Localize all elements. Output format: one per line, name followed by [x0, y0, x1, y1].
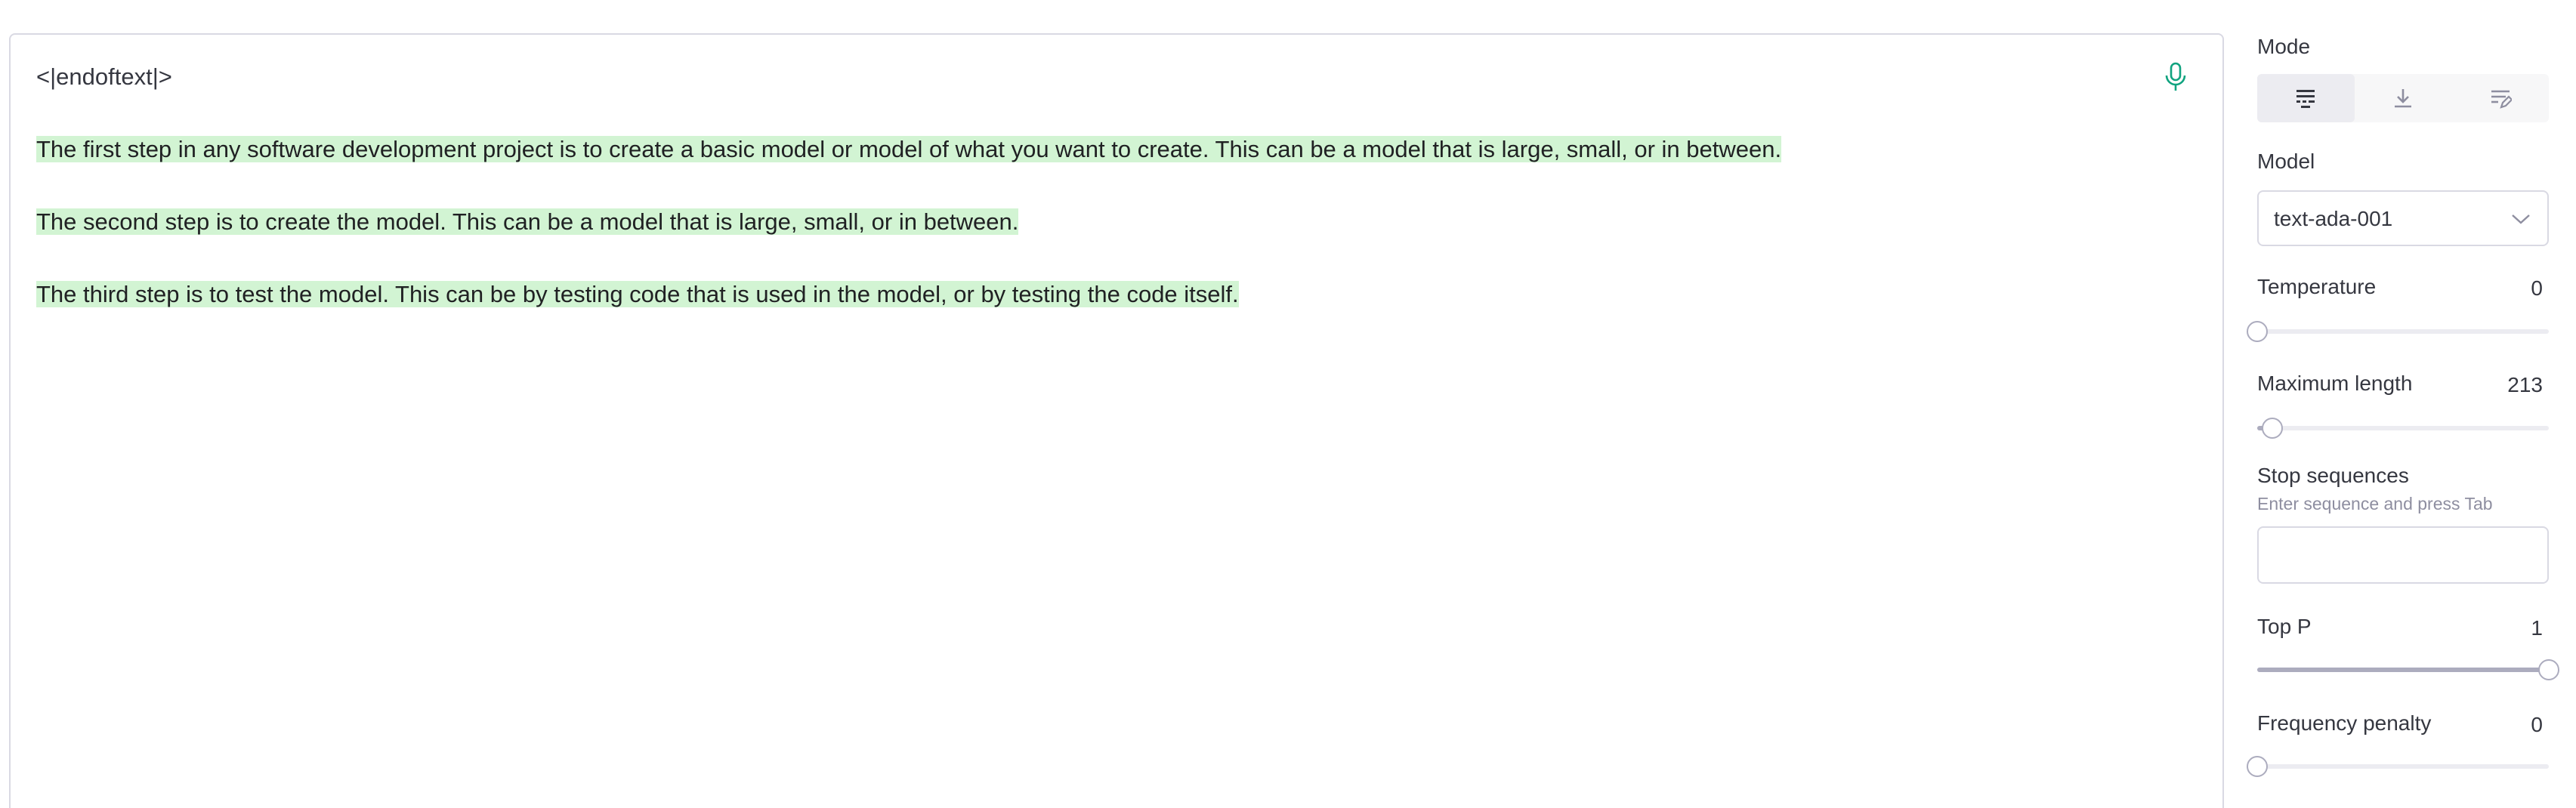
top-p-label: Top P [2257, 615, 2312, 638]
endoftext-token: <|endoftext|> [36, 63, 172, 90]
mode-complete-button[interactable] [2257, 74, 2355, 122]
frequency-penalty-slider-thumb[interactable] [2247, 756, 2268, 777]
editor-content[interactable]: <|endoftext|> The first step in any soft… [36, 59, 2132, 313]
temperature-slider-thumb[interactable] [2247, 321, 2268, 342]
temperature-slider[interactable] [2247, 321, 2549, 342]
mode-insert-button[interactable] [2355, 74, 2452, 122]
temperature-value[interactable]: 0 [2531, 276, 2543, 301]
max-length-slider[interactable] [2257, 418, 2549, 439]
max-length-slider-thumb[interactable] [2262, 418, 2284, 439]
temperature-label: Temperature [2257, 275, 2377, 298]
stop-sequences-label: Stop sequences [2257, 464, 2409, 487]
frequency-penalty-label: Frequency penalty [2257, 711, 2432, 735]
mode-edit-button[interactable] [2451, 74, 2549, 122]
stop-sequences-input[interactable] [2257, 526, 2549, 584]
top-p-slider-thumb[interactable] [2538, 659, 2559, 680]
model-select[interactable]: text-ada-001 [2257, 190, 2549, 246]
model-label: Model [2257, 150, 2315, 173]
completion-line-1: The first step in any software developme… [36, 136, 1782, 162]
top-p-value[interactable]: 1 [2531, 616, 2543, 640]
mode-label: Mode [2257, 35, 2311, 58]
playground-page: <|endoftext|> The first step in any soft… [0, 0, 2576, 808]
stop-sequences-hint: Enter sequence and press Tab [2257, 494, 2493, 513]
microphone-icon[interactable] [2161, 60, 2191, 94]
chevron-down-icon [2512, 214, 2530, 224]
max-length-value[interactable]: 213 [2507, 373, 2543, 397]
edit-mode-icon [2491, 90, 2512, 109]
max-length-label: Maximum length [2257, 372, 2413, 395]
mode-selector[interactable] [2257, 74, 2549, 122]
complete-mode-icon [2296, 90, 2315, 108]
completion-line-3: The third step is to test the model. Thi… [36, 281, 1239, 307]
top-p-slider[interactable] [2257, 659, 2559, 680]
top-p-slider-fill [2257, 668, 2549, 672]
insert-mode-icon [2395, 89, 2411, 108]
frequency-penalty-slider[interactable] [2247, 756, 2549, 777]
frequency-penalty-value[interactable]: 0 [2531, 713, 2543, 737]
model-select-value: text-ada-001 [2274, 207, 2393, 230]
completion-line-2: The second step is to create the model. … [36, 208, 1019, 235]
settings-sidebar: Mode Model text-ada-001 Temperature 0 Ma… [2247, 0, 2559, 808]
prompt-editor[interactable]: <|endoftext|> The first step in any soft… [9, 33, 2224, 808]
